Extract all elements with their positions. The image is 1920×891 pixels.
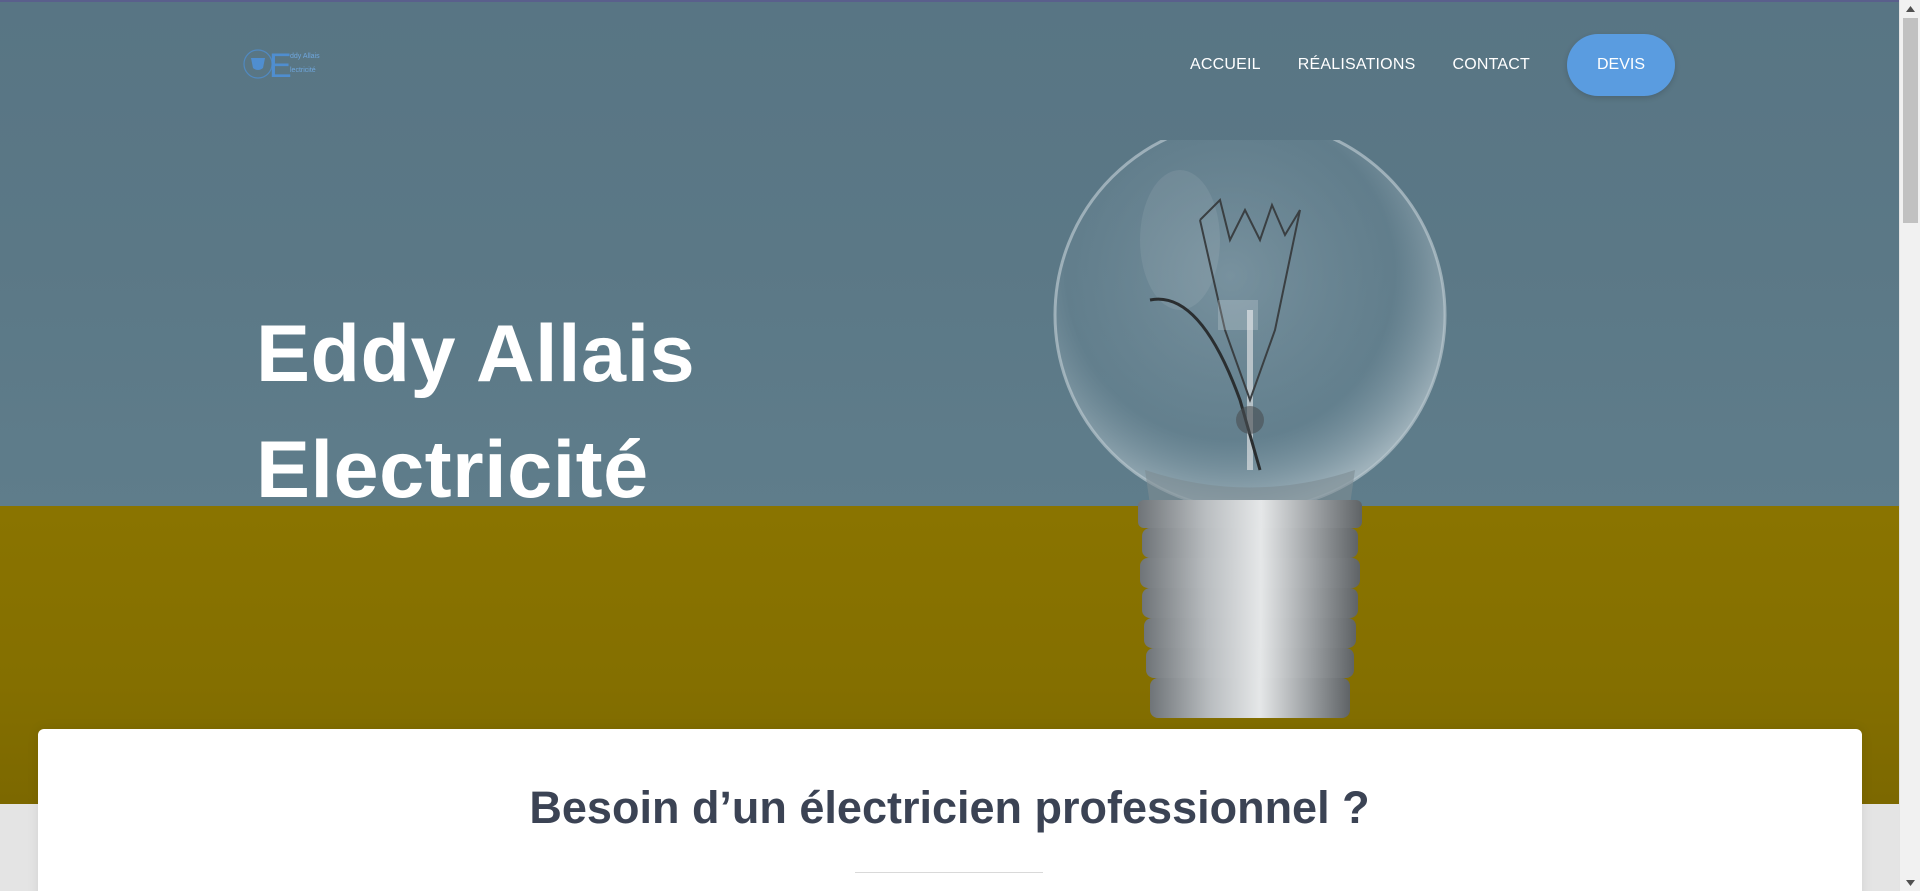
main-navigation: ACCUEIL RÉALISATIONS CONTACT DEVIS [1190,34,1676,96]
scroll-up-icon[interactable] [1900,0,1920,17]
nav-accueil[interactable]: ACCUEIL [1190,56,1261,74]
hero-section: E ddy Allais lectricité ACCUEIL RÉALISAT… [0,0,1899,804]
page: E ddy Allais lectricité ACCUEIL RÉALISAT… [0,0,1899,891]
logo-icon[interactable]: E ddy Allais lectricité [242,44,330,84]
svg-text:lectricité: lectricité [290,67,316,74]
intro-title: Besoin d’un électricien professionnel ? [529,782,1370,833]
scroll-down-icon[interactable] [1900,874,1920,891]
svg-text:E: E [269,47,292,84]
hero-title: Eddy Allais Electricité [256,296,695,528]
nav-realisations[interactable]: RÉALISATIONS [1298,56,1416,74]
svg-text:ddy Allais: ddy Allais [290,53,320,60]
scrollbar-thumb[interactable] [1903,18,1918,223]
vertical-scrollbar[interactable] [1899,0,1920,891]
light-bulb-image [1053,140,1447,718]
nav-contact[interactable]: CONTACT [1452,56,1530,74]
devis-button[interactable]: DEVIS [1567,34,1676,96]
intro-divider [855,872,1043,873]
hero-title-line-1: Eddy Allais [256,309,696,399]
hero-title-line-2: Electricité [256,425,649,515]
top-border [0,0,1899,2]
